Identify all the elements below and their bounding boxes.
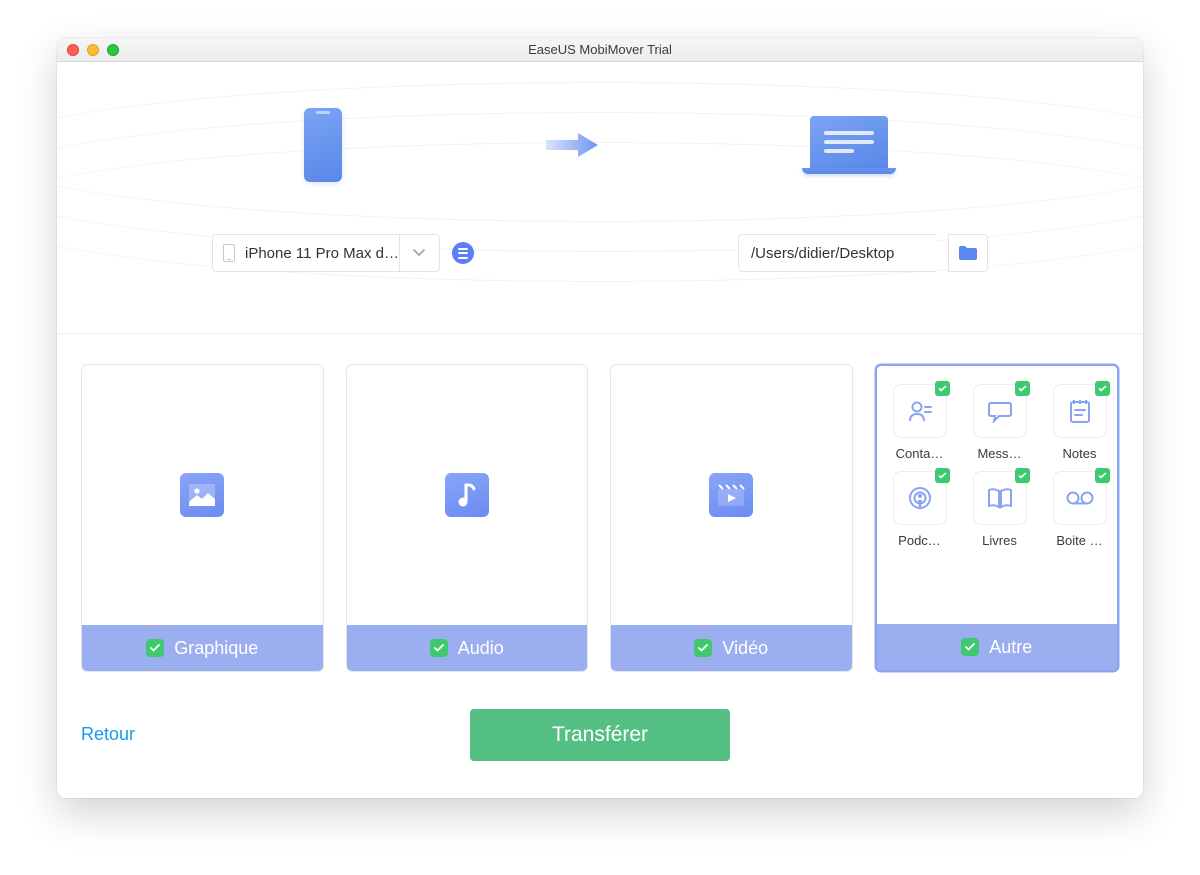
category-label: Autre: [989, 637, 1032, 658]
close-window-button[interactable]: [67, 44, 79, 56]
transfer-header: iPhone 11 Pro Max d…: [57, 62, 1143, 334]
titlebar: EaseUS MobiMover Trial: [57, 38, 1143, 62]
folder-icon: [958, 245, 978, 261]
maximize-window-button[interactable]: [107, 44, 119, 56]
autre-item-messages[interactable]: Mess…: [973, 384, 1027, 461]
source-device-label: iPhone 11 Pro Max d…: [245, 245, 399, 262]
music-icon: [445, 473, 489, 517]
check-icon: [146, 639, 164, 657]
category-video[interactable]: Vidéo: [610, 364, 853, 672]
autre-item-books[interactable]: Livres: [973, 471, 1027, 548]
category-autre[interactable]: Conta… Mess…: [875, 364, 1120, 672]
contact-icon: [907, 399, 933, 423]
message-icon: [987, 399, 1013, 423]
phone-icon: [223, 244, 235, 262]
category-label: Vidéo: [722, 638, 768, 659]
window-title: EaseUS MobiMover Trial: [57, 42, 1143, 57]
back-button[interactable]: Retour: [81, 724, 135, 745]
category-label: Graphique: [174, 638, 258, 659]
minimize-window-button[interactable]: [87, 44, 99, 56]
source-device-icon: [304, 108, 342, 182]
arrow-icon: [542, 125, 602, 165]
source-device-dropdown[interactable]: iPhone 11 Pro Max d…: [212, 234, 440, 272]
category-label: Audio: [458, 638, 504, 659]
check-icon: [935, 381, 950, 396]
sub-item-label: Mess…: [977, 446, 1021, 461]
video-icon: [709, 473, 753, 517]
check-icon: [1015, 381, 1030, 396]
check-icon: [1015, 468, 1030, 483]
check-icon: [1095, 381, 1110, 396]
check-icon: [961, 638, 979, 656]
sub-item-label: Notes: [1063, 446, 1097, 461]
sub-item-label: Boite …: [1056, 533, 1102, 548]
sub-item-label: Conta…: [896, 446, 944, 461]
traffic-lights: [57, 44, 119, 56]
autre-item-podcasts[interactable]: Podc…: [893, 471, 947, 548]
notes-icon: [1068, 398, 1092, 424]
destination-path-input[interactable]: [738, 234, 936, 272]
check-icon: [935, 468, 950, 483]
check-icon: [694, 639, 712, 657]
check-icon: [430, 639, 448, 657]
podcast-icon: [907, 485, 933, 511]
sub-item-label: Livres: [982, 533, 1017, 548]
autre-items: Conta… Mess…: [877, 366, 1118, 558]
autre-item-voicemail[interactable]: Boite …: [1053, 471, 1107, 548]
autre-item-contacts[interactable]: Conta…: [893, 384, 947, 461]
voicemail-icon: [1065, 490, 1095, 506]
content-area: Graphique Audio: [57, 334, 1143, 798]
device-options-button[interactable]: [452, 242, 474, 264]
browse-folder-button[interactable]: [948, 234, 988, 272]
autre-item-notes[interactable]: Notes: [1053, 384, 1107, 461]
destination-device-icon: [802, 116, 896, 174]
app-window: EaseUS MobiMover Trial: [57, 38, 1143, 798]
transfer-button[interactable]: Transférer: [470, 709, 730, 761]
category-graphique[interactable]: Graphique: [81, 364, 324, 672]
check-icon: [1095, 468, 1110, 483]
category-audio[interactable]: Audio: [346, 364, 589, 672]
book-icon: [986, 487, 1014, 509]
sub-item-label: Podc…: [898, 533, 941, 548]
chevron-down-icon: [399, 235, 439, 271]
image-icon: [180, 473, 224, 517]
